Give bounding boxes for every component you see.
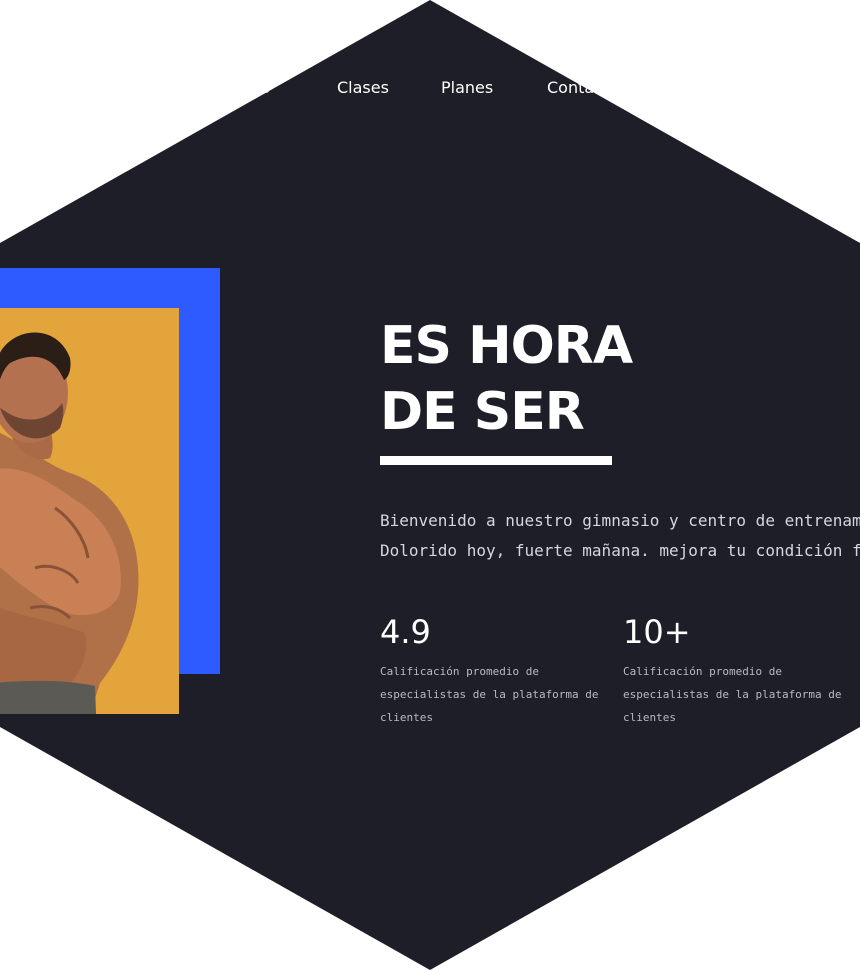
stat-value: 10+ — [623, 613, 691, 651]
nav-item-contacto[interactable]: Contacto — [547, 78, 619, 97]
hero-photo — [0, 308, 179, 714]
hero-intro: Bienvenido a nuestro gimnasio y centro d… — [380, 506, 860, 566]
page-canvas: Servicios Clases Planes Contacto ES HORA… — [0, 0, 860, 970]
muscular-man-illustration — [0, 332, 139, 714]
hero-headline: ES HORA DE SER — [380, 313, 633, 445]
intro-line-2: Dolorido hoy, fuerte mañana. mejora tu c… — [380, 541, 860, 560]
intro-line-1: Bienvenido a nuestro gimnasio y centro d… — [380, 511, 860, 530]
nav-item-servicios[interactable]: Servicios — [198, 78, 270, 97]
headline-line-2: DE SER — [380, 382, 585, 442]
headline-underline — [380, 456, 612, 465]
stat-description: Calificación promedio de especialistas d… — [623, 665, 842, 724]
stat-experience: 10+ Calificación promedio de especialist… — [623, 610, 853, 729]
headline-line-1: ES HORA — [380, 316, 633, 376]
nav-item-clases[interactable]: Clases — [337, 78, 389, 97]
hexagon-frame: Servicios Clases Planes Contacto ES HORA… — [0, 0, 860, 970]
stat-rating: 4.9 Calificación promedio de especialist… — [380, 610, 610, 729]
stat-description: Calificación promedio de especialistas d… — [380, 665, 599, 724]
nav-item-planes[interactable]: Planes — [441, 78, 493, 97]
stat-value: 4.9 — [380, 613, 431, 651]
